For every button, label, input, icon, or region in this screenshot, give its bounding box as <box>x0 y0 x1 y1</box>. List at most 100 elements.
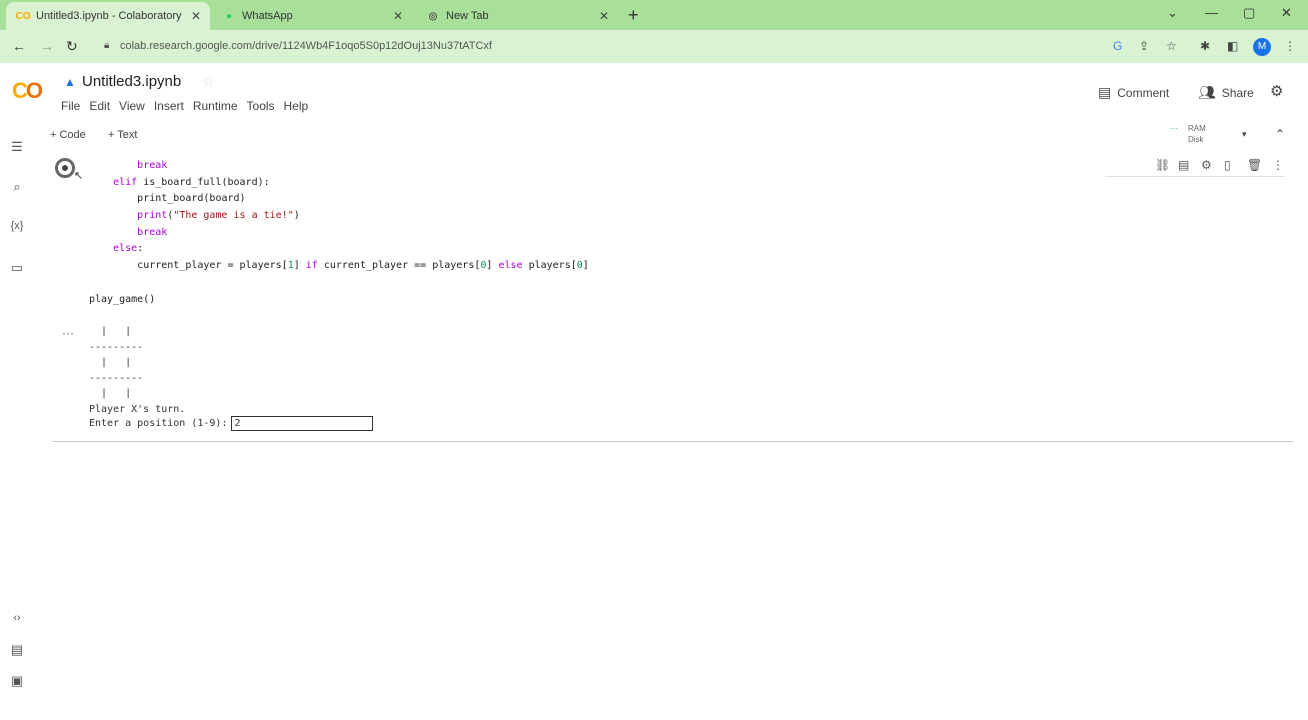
mirror-cell-icon[interactable]: ▯ <box>1224 158 1231 172</box>
share-button[interactable]: 👥︎ Share <box>1198 84 1254 101</box>
forward-icon[interactable]: → <box>40 38 54 54</box>
colab-favicon-icon: CO <box>15 10 31 22</box>
stdin-prompt: Enter a position (1-9): 2 <box>89 416 374 431</box>
run-cell-button[interactable] <box>55 158 75 178</box>
colab-logo[interactable]: CO <box>12 78 43 104</box>
window-close-icon[interactable]: ✕ <box>1281 5 1292 21</box>
tab-search-chevron-icon[interactable]: ⌄ <box>1167 5 1178 21</box>
address-bar-row: ← → ↻ 🔒︎ colab.research.google.com/drive… <box>0 30 1308 63</box>
ram-disk-indicator[interactable]: ··· RAM Disk <box>1170 124 1206 144</box>
code-line: break <box>89 158 589 175</box>
settings-gear-icon[interactable]: ⚙ <box>1270 82 1283 100</box>
command-palette-icon[interactable]: ▤ <box>9 642 25 658</box>
profile-avatar[interactable]: M <box>1253 38 1271 56</box>
omnibox[interactable]: 🔒︎ colab.research.google.com/drive/1124W… <box>96 34 1136 59</box>
back-icon[interactable]: ← <box>12 38 26 54</box>
code-token: break <box>137 226 168 238</box>
cell-toolbar: ⛓ ▤ ⚙ ▯ 🗑︎ ⋮ <box>1105 158 1285 177</box>
browser-tab-strip: CO Untitled3.ipynb - Colaboratory ✕ ● Wh… <box>0 0 1308 30</box>
search-icon[interactable]: ⌕ <box>9 179 25 195</box>
drive-icon: ▲ <box>64 75 76 89</box>
menu-file[interactable]: File <box>61 99 80 113</box>
terminal-icon[interactable]: ▣ <box>9 673 25 689</box>
runtime-dropdown-chevron-icon[interactable]: ▾ <box>1242 129 1247 140</box>
menu-runtime[interactable]: Runtime <box>193 99 238 113</box>
code-token: break <box>137 160 168 171</box>
variables-icon[interactable]: {x} <box>9 220 25 232</box>
code-token: else <box>113 243 138 255</box>
code-line: elif is_board_full(board): <box>89 175 589 192</box>
google-lens-icon[interactable]: G <box>1113 39 1122 53</box>
code-token: ) <box>293 210 300 222</box>
output-menu-icon[interactable]: ··· <box>62 326 74 340</box>
code-token: ] <box>293 260 306 272</box>
menu-insert[interactable]: Insert <box>154 99 184 113</box>
code-token: players[ <box>522 260 577 272</box>
menu-help[interactable]: Help <box>284 99 309 113</box>
code-token: "The game is a tie!" <box>173 210 294 222</box>
add-code-button[interactable]: + Code <box>50 129 86 141</box>
files-folder-icon[interactable]: ▭ <box>9 260 25 276</box>
share-page-icon[interactable]: ⇪ <box>1139 39 1149 53</box>
tab-whatsapp[interactable]: ● WhatsApp ✕ <box>212 2 412 30</box>
delete-icon[interactable]: 🗑︎ <box>1247 158 1262 172</box>
menu-view[interactable]: View <box>119 99 145 113</box>
link-icon[interactable]: ⛓ <box>1155 158 1170 172</box>
output-line: --------- <box>89 341 144 353</box>
minimize-icon[interactable]: — <box>1205 5 1218 20</box>
code-editor[interactable]: break elif is_board_full(board): print_b… <box>89 158 589 308</box>
code-token: ] <box>582 260 589 272</box>
cell-output: | | --------- | | --------- | | Player X's … <box>89 324 185 417</box>
code-line: play_game() <box>89 292 589 309</box>
menu-tools[interactable]: Tools <box>247 99 275 113</box>
side-panel-icon[interactable]: ◧ <box>1227 39 1238 53</box>
reload-icon[interactable]: ↻ <box>66 38 78 55</box>
ram-label: RAM <box>1188 124 1206 133</box>
add-text-button[interactable]: + Text <box>108 129 137 141</box>
maximize-icon[interactable]: ▢ <box>1243 5 1255 21</box>
tab-colab[interactable]: CO Untitled3.ipynb - Colaboratory ✕ <box>6 2 210 30</box>
code-snippets-icon[interactable]: ‹› <box>9 612 25 624</box>
mouse-cursor-icon: ↖ <box>74 170 84 182</box>
code-line: print("The game is a tie!") <box>89 208 589 225</box>
output-line: | | <box>89 388 132 399</box>
stdin-input[interactable]: 2 <box>231 416 374 431</box>
tab-new-tab[interactable]: ◎ New Tab ✕ <box>416 2 618 30</box>
bookmark-star-icon[interactable]: ☆ <box>1166 39 1177 53</box>
runtime-status-icon: ··· <box>1170 124 1178 133</box>
cell-settings-icon[interactable]: ⚙ <box>1201 158 1212 172</box>
new-tab-icon[interactable]: + <box>628 5 639 26</box>
extensions-icon[interactable]: ✱ <box>1200 39 1210 53</box>
code-line: break <box>89 225 589 242</box>
star-icon[interactable]: ☆ <box>202 73 215 90</box>
close-icon[interactable]: ✕ <box>596 9 612 23</box>
tab-title: WhatsApp <box>242 10 293 22</box>
notebook-title[interactable]: Untitled3.ipynb <box>82 73 181 90</box>
share-label: Share <box>1221 85 1254 100</box>
code-token: print_board(board) <box>137 193 246 205</box>
output-line: | | <box>89 357 132 368</box>
comment-cell-icon[interactable]: ▤ <box>1178 158 1189 172</box>
code-token: play_game() <box>89 293 156 305</box>
lock-icon: 🔒︎ <box>104 40 110 51</box>
code-token: ] <box>486 260 499 272</box>
comment-button[interactable]: ▤ Comment <box>1098 84 1169 101</box>
more-options-icon[interactable]: ⋮ <box>1272 158 1284 172</box>
table-of-contents-icon[interactable]: ☰ <box>9 139 25 155</box>
menu-bar: File Edit View Insert Runtime Tools Help <box>61 99 317 113</box>
collapse-header-icon[interactable]: ⌃ <box>1275 127 1285 141</box>
menu-edit[interactable]: Edit <box>89 99 110 113</box>
close-icon[interactable]: ✕ <box>390 9 406 23</box>
code-token: current_player == players[ <box>317 260 481 272</box>
code-token: elif <box>113 176 138 188</box>
browser-menu-icon[interactable]: ⋮ <box>1284 39 1296 53</box>
close-icon[interactable]: ✕ <box>188 9 204 23</box>
code-token: : <box>137 243 144 255</box>
output-line: Player X's turn. <box>89 403 186 415</box>
url-text: colab.research.google.com/drive/1124Wb4F… <box>120 40 492 52</box>
comment-label: Comment <box>1117 85 1170 100</box>
comment-icon: ▤ <box>1098 84 1112 100</box>
output-line: | | <box>89 326 132 337</box>
tab-title: New Tab <box>446 10 489 22</box>
